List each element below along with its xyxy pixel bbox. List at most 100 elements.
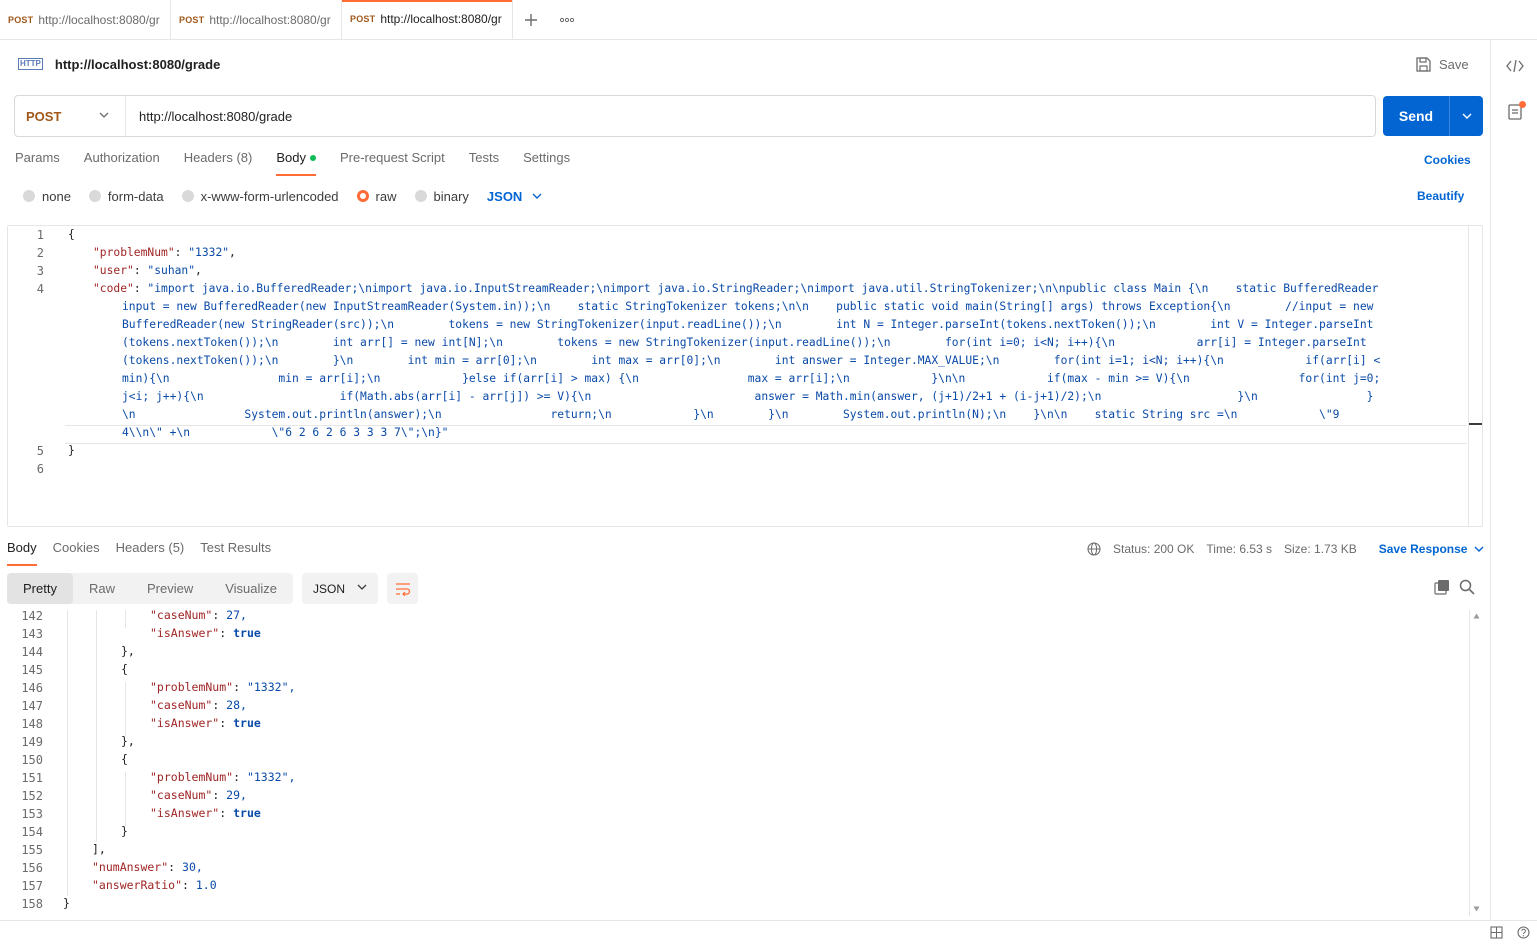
json-key: "isAnswer" bbox=[150, 716, 220, 730]
radio-circle[interactable] bbox=[414, 190, 427, 202]
tab-prerequest-script[interactable]: Pre-request Script bbox=[340, 150, 445, 176]
json-key: "user" bbox=[93, 264, 134, 277]
view-raw[interactable]: Raw bbox=[73, 573, 131, 604]
json-line: { bbox=[121, 662, 128, 676]
radio-form-data[interactable]: form-data bbox=[88, 188, 164, 204]
json-number: 27, bbox=[226, 610, 247, 622]
code-snippet-icon[interactable] bbox=[1503, 54, 1527, 78]
line-number: 146 bbox=[21, 681, 43, 695]
save-button[interactable]: Save bbox=[1416, 52, 1469, 76]
time-info[interactable]: Time: 6.53 s bbox=[1206, 542, 1272, 556]
radio-urlencoded[interactable]: x-www-form-urlencoded bbox=[181, 189, 339, 204]
tab-bar: POST http://localhost:8080/gr POST http:… bbox=[0, 0, 1537, 40]
tab-test-results[interactable]: Test Results bbox=[200, 540, 271, 566]
format-value: JSON bbox=[313, 581, 346, 596]
response-body-viewer[interactable]: 142 143 144 145 146 147 148 149 150 151 … bbox=[0, 610, 1483, 916]
chevron-down-icon bbox=[357, 584, 367, 590]
response-scrollbar[interactable] bbox=[1469, 610, 1483, 916]
tab-method: POST bbox=[8, 14, 34, 25]
radio-circle[interactable] bbox=[88, 190, 101, 202]
chevron-down-icon bbox=[99, 112, 109, 118]
code-wrapped-line: 4\\n\" +\n \"6 2 6 2 6 3 3 3 7\";\n}" bbox=[122, 426, 449, 439]
documentation-icon[interactable] bbox=[1503, 100, 1527, 124]
json-line: }, bbox=[121, 734, 135, 748]
json-key: "problemNum" bbox=[150, 770, 234, 784]
tab-headers[interactable]: Headers (8) bbox=[184, 150, 253, 176]
radio-circle-selected[interactable] bbox=[356, 190, 369, 202]
json-boolean: true bbox=[233, 626, 261, 640]
json-line: ], bbox=[92, 842, 106, 856]
json-key: "numAnswer" bbox=[92, 860, 169, 874]
tab-response-headers[interactable]: Headers (5) bbox=[116, 540, 185, 566]
body-type-selector: none form-data x-www-form-urlencoded raw… bbox=[23, 187, 542, 205]
code-line: "code": "import java.io.BufferedReader;\… bbox=[93, 282, 1379, 295]
tab-url: http://localhost:8080/gr bbox=[209, 12, 331, 27]
line-number: 144 bbox=[21, 645, 43, 659]
view-pretty[interactable]: Pretty bbox=[7, 573, 73, 604]
radio-circle[interactable] bbox=[181, 190, 194, 202]
line-number: 149 bbox=[21, 735, 43, 749]
beautify-button[interactable]: Beautify bbox=[1417, 189, 1464, 203]
status-bar bbox=[0, 920, 1537, 944]
request-tab[interactable]: POST http://localhost:8080/gr bbox=[0, 0, 171, 39]
line-number: 3 bbox=[36, 264, 44, 278]
line-number: 152 bbox=[21, 789, 43, 803]
json-line: "problemNum": "1332", bbox=[150, 680, 296, 694]
method-select[interactable]: POST bbox=[15, 96, 126, 136]
search-icon[interactable] bbox=[1459, 579, 1475, 598]
layout-toggle-icon[interactable] bbox=[1490, 926, 1503, 942]
save-response-button[interactable]: Save Response bbox=[1379, 542, 1484, 556]
line-number: 2 bbox=[36, 246, 44, 260]
globe-icon bbox=[1087, 542, 1101, 556]
json-line: "isAnswer": true bbox=[150, 626, 261, 640]
http-icon: HTTP bbox=[18, 58, 43, 70]
send-label[interactable]: Send bbox=[1383, 96, 1449, 136]
line-number: 157 bbox=[21, 879, 43, 893]
cookies-link[interactable]: Cookies bbox=[1424, 153, 1471, 167]
editor-scrollbar[interactable] bbox=[1468, 226, 1482, 526]
radio-label: binary bbox=[433, 188, 469, 204]
tab-authorization[interactable]: Authorization bbox=[84, 150, 160, 176]
request-tab-active[interactable]: POST http://localhost:8080/gr bbox=[342, 0, 513, 39]
view-visualize[interactable]: Visualize bbox=[209, 573, 293, 604]
request-title[interactable]: http://localhost:8080/grade bbox=[55, 57, 220, 72]
radio-label: form-data bbox=[107, 188, 164, 204]
scrollbar-thumb[interactable] bbox=[1469, 423, 1482, 425]
size-info[interactable]: Size: 1.73 KB bbox=[1284, 542, 1357, 556]
tab-response-cookies[interactable]: Cookies bbox=[53, 540, 100, 566]
code-line: "user": "suhan", bbox=[93, 264, 202, 277]
indent-guide bbox=[67, 610, 68, 896]
tab-settings[interactable]: Settings bbox=[523, 150, 570, 176]
line-number: 151 bbox=[21, 771, 43, 785]
radio-binary[interactable]: binary bbox=[414, 188, 469, 204]
radio-circle[interactable] bbox=[23, 190, 35, 202]
json-line: "problemNum": "1332", bbox=[150, 770, 296, 784]
json-string: "1332" bbox=[188, 246, 230, 259]
view-preview[interactable]: Preview bbox=[131, 573, 209, 604]
tab-params[interactable]: Params bbox=[15, 150, 60, 176]
radio-raw[interactable]: raw bbox=[356, 188, 397, 204]
json-line: }, bbox=[121, 644, 135, 658]
json-line: { bbox=[121, 752, 128, 766]
tab-response-body[interactable]: Body bbox=[7, 540, 37, 566]
tab-tests[interactable]: Tests bbox=[469, 150, 499, 176]
status-info[interactable]: Status: 200 OK bbox=[1113, 542, 1194, 556]
size-label: Size: bbox=[1284, 542, 1311, 556]
code-wrapped-line: (tokens.nextToken());\n int arr[] = new … bbox=[122, 336, 1367, 349]
help-icon[interactable] bbox=[1517, 926, 1530, 942]
request-tab[interactable]: POST http://localhost:8080/gr bbox=[171, 0, 342, 39]
send-button[interactable]: Send bbox=[1383, 96, 1483, 136]
url-input[interactable]: http://localhost:8080/grade bbox=[126, 109, 292, 124]
copy-icon[interactable] bbox=[1434, 579, 1450, 598]
language-select[interactable]: JSON bbox=[487, 189, 542, 204]
more-tabs-icon[interactable] bbox=[549, 0, 585, 39]
indent-guide bbox=[125, 682, 126, 736]
send-options-chevron-icon[interactable] bbox=[1449, 96, 1483, 136]
response-format-select[interactable]: JSON bbox=[302, 573, 379, 604]
radio-label: raw bbox=[375, 188, 397, 204]
radio-none[interactable]: none bbox=[23, 189, 71, 204]
new-tab-plus-icon[interactable] bbox=[513, 0, 549, 39]
tab-body[interactable]: Body bbox=[276, 150, 316, 176]
request-body-editor[interactable]: 1 2 3 4 5 6 { "problemNum": "1332", "use… bbox=[7, 225, 1483, 527]
wrap-lines-icon[interactable] bbox=[387, 573, 419, 604]
